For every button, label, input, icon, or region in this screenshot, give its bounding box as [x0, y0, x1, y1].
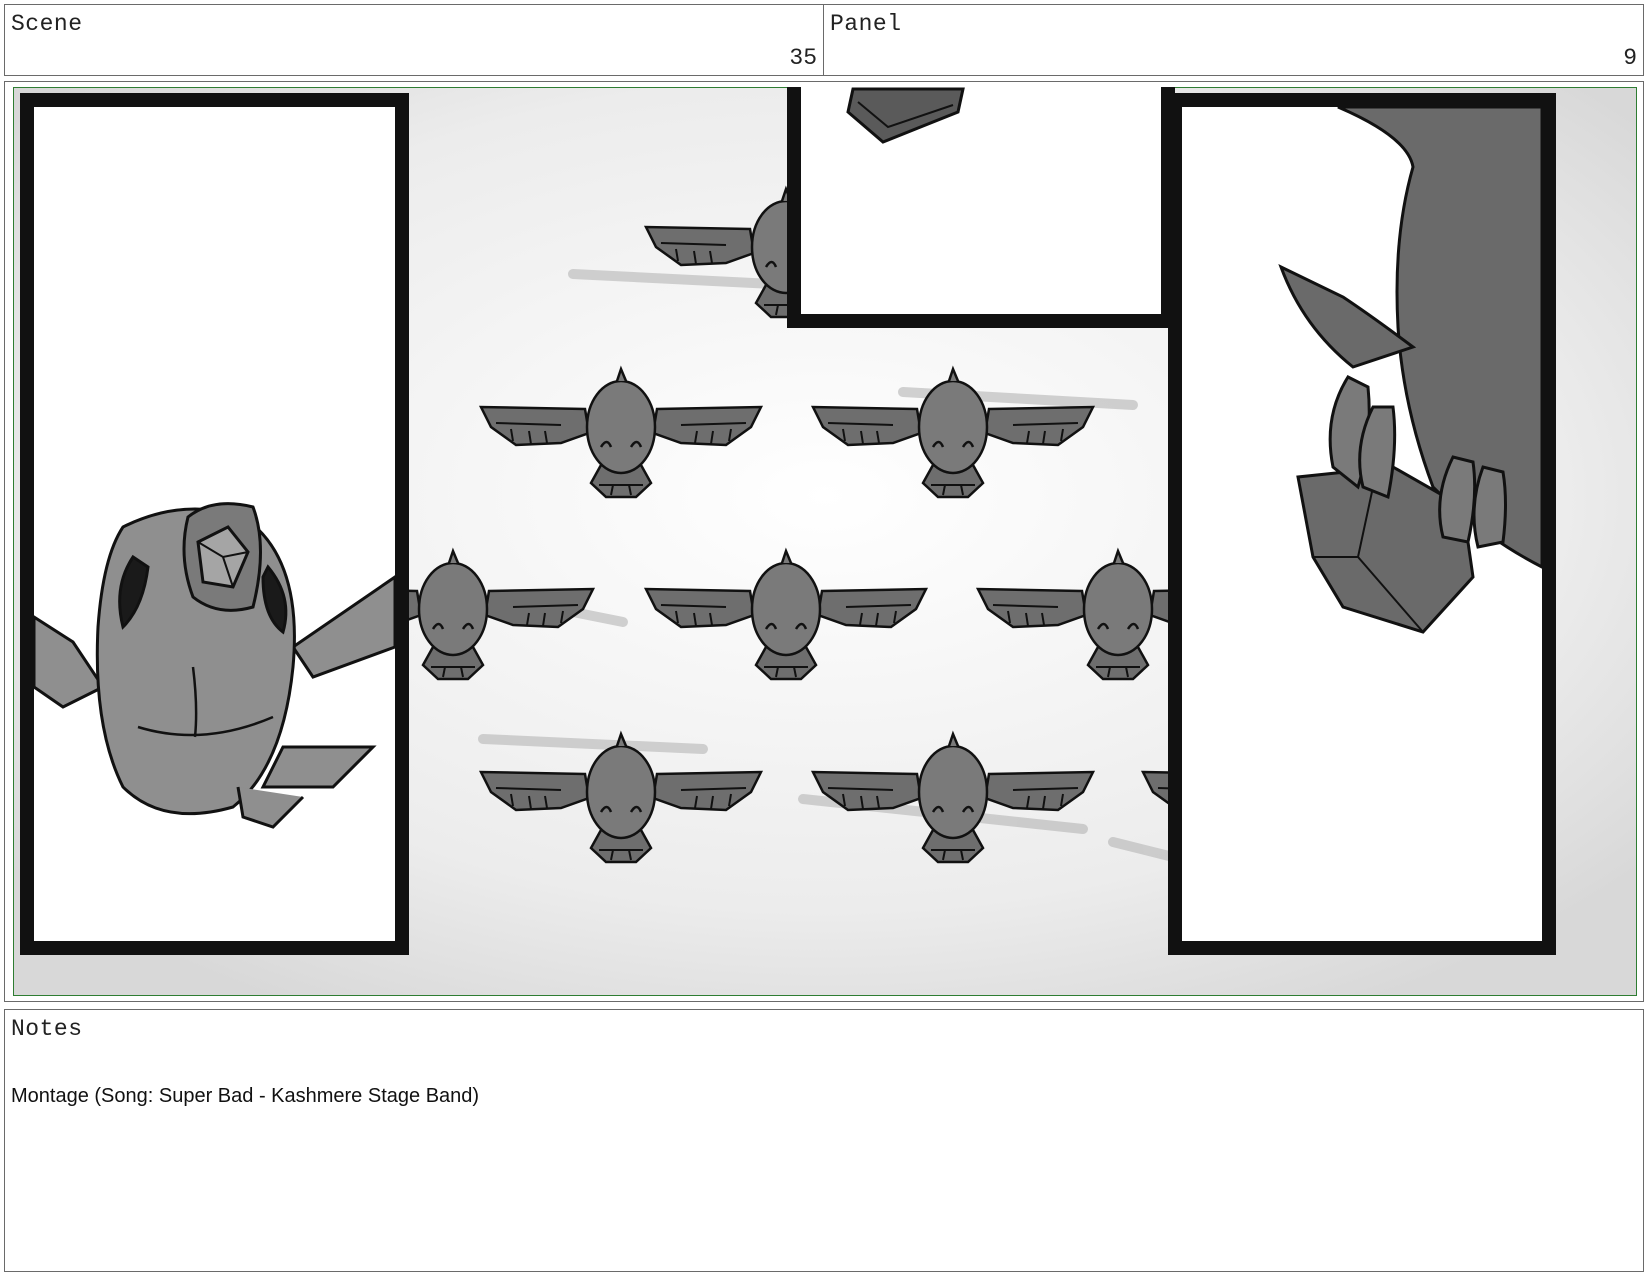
storyboard-frame	[4, 81, 1644, 1002]
notes-text: Montage (Song: Super Bad - Kashmere Stag…	[11, 1085, 480, 1107]
panel-label: Panel	[830, 11, 902, 37]
scene-field: Scene 35	[4, 4, 824, 76]
scene-label: Scene	[11, 11, 83, 37]
panel-field: Panel 9	[823, 4, 1644, 76]
scene-number: 35	[789, 45, 817, 71]
notes-label: Notes	[11, 1016, 83, 1042]
storyboard-drawing	[13, 87, 1637, 996]
panel-number: 9	[1623, 45, 1637, 71]
notes-field: Notes Montage (Song: Super Bad - Kashmer…	[4, 1009, 1644, 1272]
